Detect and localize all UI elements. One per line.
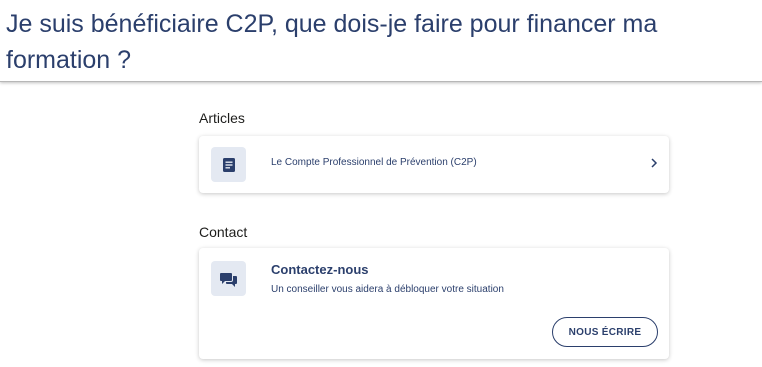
articles-section-title: Articles (199, 110, 245, 126)
article-card[interactable]: Le Compte Professionnel de Prévention (C… (199, 136, 669, 193)
contact-description: Un conseiller vous aidera à débloquer vo… (271, 284, 504, 295)
page-title: Je suis bénéficiaire C2P, que dois-je fa… (6, 10, 658, 74)
contact-card: Contactez-nous Un conseiller vous aidera… (199, 248, 669, 359)
contact-title: Contactez-nous (271, 262, 369, 277)
contact-section-title: Contact (199, 224, 248, 240)
chevron-right-icon (651, 158, 658, 168)
article-link-label: Le Compte Professionnel de Prévention (C… (271, 157, 477, 168)
write-to-us-button[interactable]: NOUS ÉCRIRE (552, 317, 658, 347)
chat-icon (211, 261, 246, 296)
page-header: Je suis bénéficiaire C2P, que dois-je fa… (0, 0, 762, 82)
document-icon (211, 147, 246, 182)
